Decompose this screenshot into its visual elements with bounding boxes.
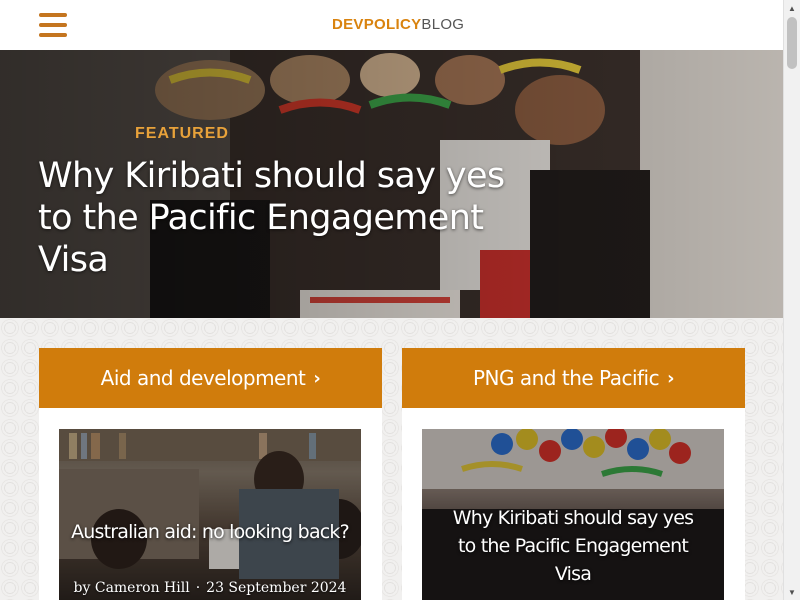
post-date: 23 September 2024	[206, 580, 347, 596]
section-label: PNG and the Pacific	[472, 366, 660, 390]
post-title[interactable]: Why Kiribati should say yes to the Pacif…	[422, 504, 724, 588]
section-header-png-pacific[interactable]: PNG and the Pacific ›	[402, 348, 745, 408]
section-card-png-pacific: PNG and the Pacific › Why Kiribati shoul…	[402, 348, 745, 600]
featured-title[interactable]: Why Kiribati should say yes to the Pacif…	[38, 155, 508, 281]
scrollbar-thumb[interactable]	[787, 17, 797, 69]
hamburger-menu-icon[interactable]	[39, 13, 67, 37]
logo-suffix: BLOG	[421, 16, 465, 33]
scroll-down-arrow-icon[interactable]: ▼	[784, 584, 800, 600]
featured-hero[interactable]: FEATURED Why Kiribati should say yes to …	[0, 50, 783, 318]
logo-brand: DEVPOLICY	[332, 16, 422, 33]
site-header: DEVPOLICYBLOG	[0, 0, 783, 50]
chevron-right-icon: ›	[667, 367, 675, 389]
section-label: Aid and development	[100, 366, 306, 390]
meta-separator: ·	[195, 580, 201, 596]
post-thumbnail[interactable]: Why Kiribati should say yes to the Pacif…	[422, 429, 724, 600]
post-author[interactable]: by Cameron Hill	[74, 580, 190, 596]
chevron-right-icon: ›	[313, 367, 321, 389]
thumb-shade	[59, 429, 361, 600]
scroll-up-arrow-icon[interactable]: ▲	[784, 0, 800, 16]
site-logo[interactable]: DEVPOLICYBLOG	[332, 16, 464, 33]
featured-label: FEATURED	[135, 125, 229, 142]
post-title[interactable]: Australian aid: no looking back?	[59, 518, 361, 546]
page-scrollbar[interactable]: ▲ ▼	[783, 0, 800, 600]
section-card-aid: Aid and development › Australian aid: no…	[39, 348, 382, 600]
post-thumbnail[interactable]: Australian aid: no looking back? by Came…	[59, 429, 361, 600]
section-header-aid-development[interactable]: Aid and development ›	[39, 348, 382, 408]
post-meta: by Cameron Hill · 23 September 2024	[59, 580, 361, 596]
